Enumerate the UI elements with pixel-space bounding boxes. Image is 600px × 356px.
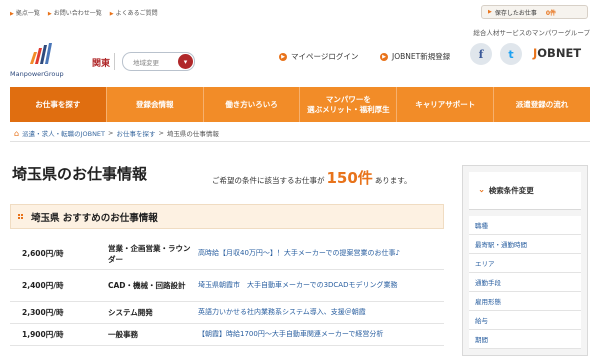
job-salary: 1,900円/時 bbox=[22, 330, 64, 339]
filter-list: 職種 最寄駅・通勤時間 エリア 通勤手段 雇用形態 給与 期間 bbox=[469, 216, 581, 349]
job-category: 営業・企画営業・ラウンダー bbox=[108, 243, 191, 264]
filter-item-period[interactable]: 期間 bbox=[469, 330, 581, 349]
nav-item-benefits[interactable]: マンパワーを 選ぶメリット・福利厚生 bbox=[300, 87, 398, 122]
job-title-link[interactable]: 【朝霞】時給1700円〜大手自動車関連メーカーで経営分析 bbox=[192, 329, 444, 340]
search-filter-sidebar: › 検索条件変更 職種 最寄駅・通勤時間 エリア 通勤手段 雇用形態 給与 期間 bbox=[462, 165, 588, 356]
breadcrumb-separator: > bbox=[108, 129, 114, 137]
twitter-icon[interactable]: t bbox=[500, 43, 522, 65]
filter-item-salary[interactable]: 給与 bbox=[469, 311, 581, 330]
triangle-icon: ▶ bbox=[109, 11, 114, 17]
breadcrumb-link-home[interactable]: 派遣・求人・転職のJOBNET bbox=[22, 128, 105, 138]
filter-item-employment-type[interactable]: 雇用形態 bbox=[469, 292, 581, 311]
job-row: 2,600円/時 営業・企画営業・ラウンダー 高時給【月収40万円〜】！大手メー… bbox=[10, 238, 444, 270]
chevron-down-icon: ▾ bbox=[178, 54, 193, 69]
job-list: 2,600円/時 営業・企画営業・ラウンダー 高時給【月収40万円〜】！大手メー… bbox=[10, 238, 444, 346]
job-title-link[interactable]: 英語力いかせる社内業務系システム導入、支援＠朝霞 bbox=[192, 307, 444, 318]
arrow-right-icon: ▶ bbox=[380, 52, 388, 61]
result-count: 150件 bbox=[326, 169, 373, 187]
arrow-right-icon: ▶ bbox=[279, 52, 287, 61]
filter-item-area[interactable]: エリア bbox=[469, 254, 581, 273]
breadcrumb-separator: > bbox=[158, 129, 164, 137]
job-category: 一般事務 bbox=[108, 330, 138, 339]
triangle-icon: ▶ bbox=[10, 11, 14, 17]
home-icon: ⌂ bbox=[14, 128, 20, 138]
recommended-section-header: 埼玉県 おすすめのお仕事情報 bbox=[10, 204, 444, 229]
grid-dots-icon bbox=[18, 213, 24, 220]
nav-item-registration-events[interactable]: 登録会情報 bbox=[107, 87, 204, 122]
saved-jobs-button[interactable]: ▶ 保存したお仕事 0件 bbox=[481, 5, 588, 19]
result-summary: ご希望の条件に該当するお仕事が 150件 あります。 bbox=[212, 169, 412, 187]
job-category: CAD・機械・回路設計 bbox=[108, 281, 186, 290]
facebook-icon[interactable]: f bbox=[470, 43, 492, 65]
page-title: 埼玉県のお仕事情報 bbox=[12, 165, 148, 183]
utility-link-locations[interactable]: ▶ 拠点一覧 bbox=[10, 8, 40, 17]
utility-link-contact[interactable]: ▶ お問い合わせ一覧 bbox=[48, 8, 102, 17]
tagline: 総合人材サービスのマンパワーグループ bbox=[473, 29, 590, 37]
utility-links: ▶ 拠点一覧 ▶ お問い合わせ一覧 ▶ よくあるご質問 bbox=[10, 8, 158, 17]
divider bbox=[114, 53, 115, 70]
current-region: 関東 bbox=[92, 59, 111, 69]
job-row: 1,900円/時 一般事務 【朝霞】時給1700円〜大手自動車関連メーカーで経営… bbox=[10, 324, 444, 346]
job-row: 2,400円/時 CAD・機械・回路設計 埼玉県朝霞市 大手自動車メーカーでの3… bbox=[10, 270, 444, 302]
filter-item-occupation[interactable]: 職種 bbox=[469, 216, 581, 235]
manpowergroup-logo[interactable]: ManpowerGroup bbox=[10, 42, 82, 82]
job-title-link[interactable]: 高時給【月収40万円〜】！大手メーカーでの提案営業のお仕事♪ bbox=[192, 248, 444, 259]
manpower-logo-icon bbox=[30, 43, 52, 64]
job-row: 2,300円/時 システム開発 英語力いかせる社内業務系システム導入、支援＠朝霞 bbox=[10, 302, 444, 324]
breadcrumb-link-find-jobs[interactable]: お仕事を探す bbox=[116, 128, 155, 138]
search-filter-header[interactable]: › 検索条件変更 bbox=[469, 172, 581, 210]
divider bbox=[10, 141, 590, 142]
nav-item-career-support[interactable]: キャリアサポート bbox=[397, 87, 495, 122]
utility-link-faq[interactable]: ▶ よくあるご質問 bbox=[110, 8, 158, 17]
breadcrumb-current: 埼玉県の仕事情報 bbox=[166, 130, 219, 138]
saved-jobs-count: 0件 bbox=[545, 9, 557, 17]
jobnet-logo[interactable]: J OBNET bbox=[533, 46, 581, 60]
triangle-icon: ▶ bbox=[488, 9, 492, 15]
mypage-login-link[interactable]: ▶ マイページログイン bbox=[279, 51, 358, 62]
region-change-select[interactable]: 地域変更 ▾ bbox=[122, 52, 195, 71]
nav-item-registration-flow[interactable]: 派遣登録の流れ bbox=[494, 87, 590, 122]
job-category: システム開発 bbox=[108, 308, 153, 317]
filter-item-station[interactable]: 最寄駅・通勤時間 bbox=[469, 235, 581, 254]
job-title-link[interactable]: 埼玉県朝霞市 大手自動車メーカーでの3DCADモデリング業務 bbox=[192, 280, 444, 291]
jobnet-register-link[interactable]: ▶ JOBNET新規登録 bbox=[380, 51, 450, 62]
filter-item-commute[interactable]: 通勤手段 bbox=[469, 273, 581, 292]
main-nav: お仕事を探す 登録会情報 働き方いろいろ マンパワーを 選ぶメリット・福利厚生 … bbox=[10, 87, 590, 122]
breadcrumb: ⌂ 派遣・求人・転職のJOBNET > お仕事を探す > 埼玉県の仕事情報 bbox=[14, 128, 219, 139]
job-salary: 2,600円/時 bbox=[22, 249, 64, 258]
triangle-icon: ▶ bbox=[47, 11, 52, 17]
chevron-down-icon: › bbox=[475, 188, 486, 193]
job-salary: 2,400円/時 bbox=[22, 281, 64, 290]
job-salary: 2,300円/時 bbox=[22, 308, 64, 317]
nav-item-work-styles[interactable]: 働き方いろいろ bbox=[204, 87, 301, 122]
nav-item-find-jobs[interactable]: お仕事を探す bbox=[10, 87, 107, 122]
